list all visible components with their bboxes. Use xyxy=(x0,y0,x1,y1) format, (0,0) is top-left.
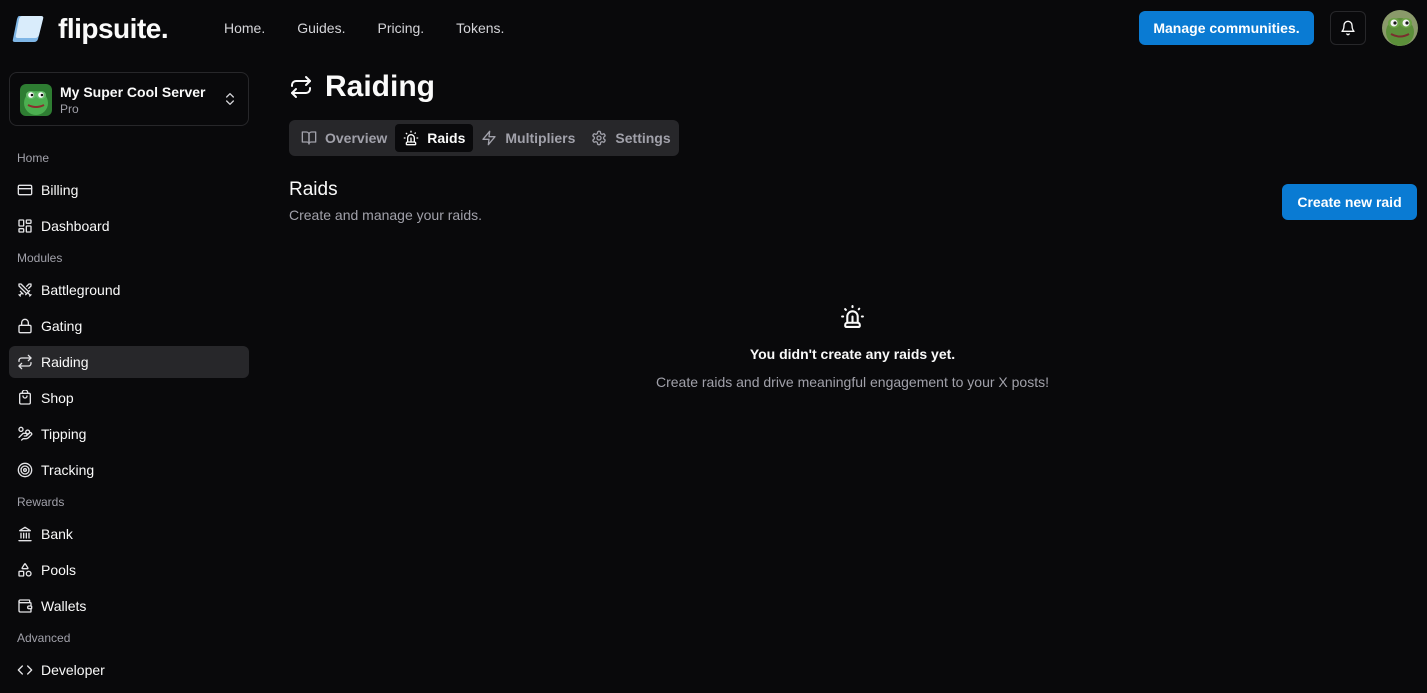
sidebar-item-label: Gating xyxy=(41,318,83,334)
section-subtitle: Create and manage your raids. xyxy=(289,207,482,223)
shopping-bag-icon xyxy=(17,390,33,406)
server-name: My Super Cool Server xyxy=(60,84,206,100)
siren-icon xyxy=(840,304,865,329)
sidebar-item-label: Shop xyxy=(41,390,74,406)
siren-icon xyxy=(403,130,419,146)
sidebar-item-battleground[interactable]: Battleground xyxy=(9,274,249,306)
manage-communities-button[interactable]: Manage communities. xyxy=(1139,11,1314,45)
tab-label: Raids xyxy=(427,130,466,146)
logo-icon xyxy=(11,14,45,44)
lock-icon xyxy=(17,318,33,334)
sidebar-item-gating[interactable]: Gating xyxy=(9,310,249,342)
tab-label: Overview xyxy=(325,130,388,146)
nav-tokens[interactable]: Tokens. xyxy=(456,20,504,36)
create-new-raid-button[interactable]: Create new raid xyxy=(1282,184,1417,220)
zap-icon xyxy=(481,130,497,146)
main-nav: Home. Guides. Pricing. Tokens. xyxy=(224,20,504,36)
notifications-button[interactable] xyxy=(1330,11,1366,45)
sidebar-item-label: Tipping xyxy=(41,426,87,442)
chevrons-up-down-icon xyxy=(222,91,238,107)
gear-icon xyxy=(591,130,607,146)
sidebar-item-dashboard[interactable]: Dashboard xyxy=(9,210,249,242)
empty-state-title: You didn't create any raids yet. xyxy=(749,346,956,362)
code-icon xyxy=(17,662,33,678)
tab-label: Multipliers xyxy=(505,130,576,146)
layout-grid-icon xyxy=(17,218,33,234)
sidebar-item-label: Bank xyxy=(41,526,73,542)
sidebar-section-advanced: Advanced xyxy=(17,631,71,645)
sidebar-item-shop[interactable]: Shop xyxy=(9,382,249,414)
sidebar-item-raiding[interactable]: Raiding xyxy=(9,346,249,378)
nav-pricing[interactable]: Pricing. xyxy=(377,20,424,36)
sidebar-item-tracking[interactable]: Tracking xyxy=(9,454,249,486)
sidebar-item-tipping[interactable]: Tipping xyxy=(9,418,249,450)
sidebar-item-label: Battleground xyxy=(41,282,121,298)
section-title: Raids xyxy=(289,179,338,200)
tab-overview[interactable]: Overview xyxy=(293,124,395,152)
server-avatar xyxy=(20,84,52,116)
bell-icon xyxy=(1340,20,1356,36)
sidebar-item-bank[interactable]: Bank xyxy=(9,518,249,550)
page-title: Raiding xyxy=(325,70,435,103)
tab-bar: Overview Raids Multipliers Settings xyxy=(289,120,679,156)
swords-icon xyxy=(17,282,33,298)
sidebar-item-label: Billing xyxy=(41,182,79,198)
sidebar-item-label: Tracking xyxy=(41,462,95,478)
sidebar-item-label: Developer xyxy=(41,662,105,678)
credit-card-icon xyxy=(17,182,33,198)
page-header: Raiding xyxy=(289,70,435,104)
nav-guides[interactable]: Guides. xyxy=(297,20,345,36)
hand-coins-icon xyxy=(17,426,33,442)
wallet-icon xyxy=(17,598,33,614)
sidebar-item-label: Wallets xyxy=(41,598,87,614)
sidebar-item-pools[interactable]: Pools xyxy=(9,554,249,586)
shapes-icon xyxy=(17,562,33,578)
tab-multipliers[interactable]: Multipliers xyxy=(473,124,583,152)
brand-name: flipsuite. xyxy=(58,13,169,44)
sidebar-section-rewards: Rewards xyxy=(17,495,65,509)
sidebar-item-label: Pools xyxy=(41,562,77,578)
book-open-icon xyxy=(301,130,317,146)
sidebar-section-home: Home xyxy=(17,151,50,165)
server-plan: Pro xyxy=(60,102,79,116)
nav-home[interactable]: Home. xyxy=(224,20,265,36)
server-switcher[interactable]: My Super Cool Server Pro xyxy=(9,72,249,126)
user-avatar[interactable] xyxy=(1382,10,1418,46)
repeat-icon xyxy=(289,75,313,99)
top-bar: flipsuite. Home. Guides. Pricing. Tokens… xyxy=(0,0,1427,56)
tab-raids[interactable]: Raids xyxy=(395,124,474,152)
brand-logo[interactable]: flipsuite. xyxy=(11,13,169,45)
sidebar-item-wallets[interactable]: Wallets xyxy=(9,590,249,622)
target-icon xyxy=(17,462,33,478)
tab-label: Settings xyxy=(615,130,671,146)
empty-state-subtitle: Create raids and drive meaningful engage… xyxy=(655,374,1049,390)
sidebar-item-developer[interactable]: Developer xyxy=(9,654,249,686)
landmark-icon xyxy=(17,526,33,542)
sidebar-section-modules: Modules xyxy=(17,251,63,265)
repeat-icon xyxy=(17,354,33,370)
sidebar-item-billing[interactable]: Billing xyxy=(9,174,249,206)
tab-settings[interactable]: Settings xyxy=(583,124,678,152)
sidebar-item-label: Raiding xyxy=(41,354,89,370)
sidebar-item-label: Dashboard xyxy=(41,218,110,234)
